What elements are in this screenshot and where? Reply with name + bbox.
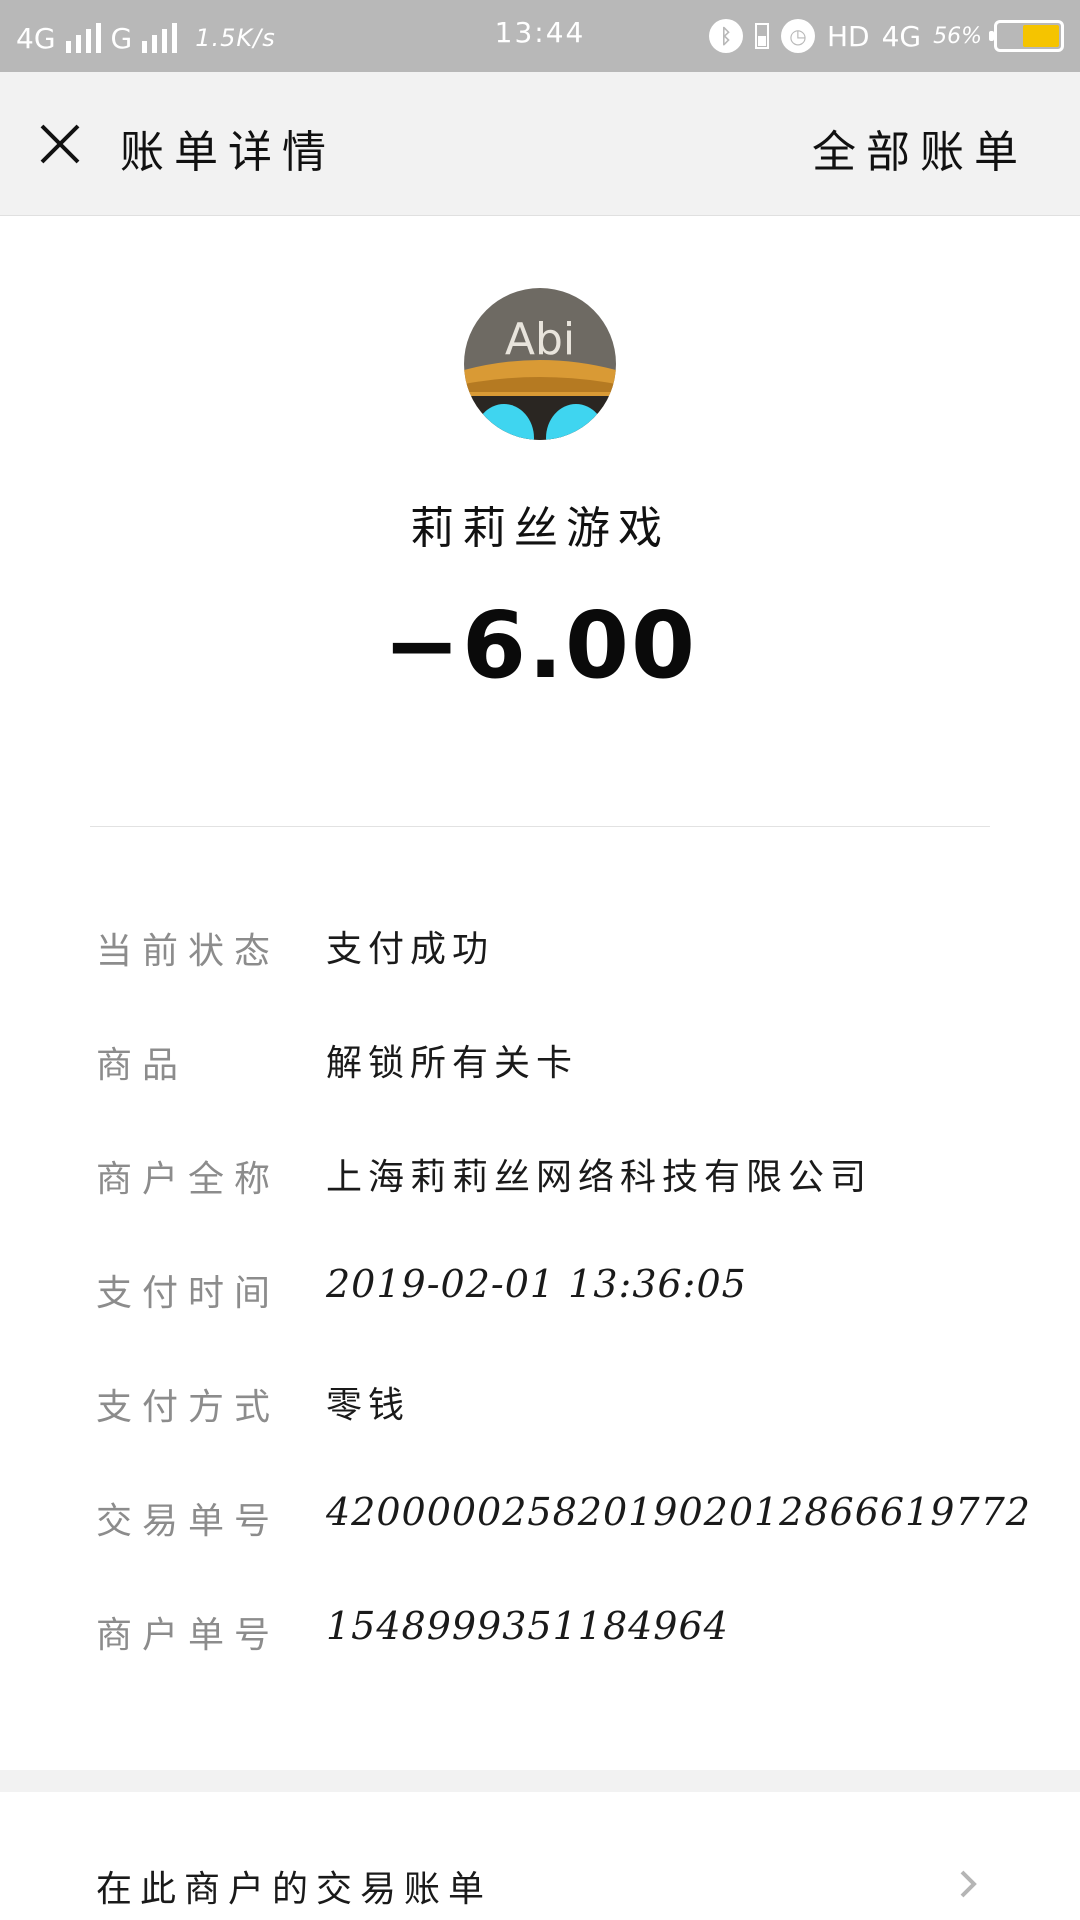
detail-row-status: 当前状态 支付成功	[0, 906, 1080, 986]
merchant-avatar: Abi	[464, 288, 616, 440]
battery-fill	[1023, 25, 1059, 47]
merchant-transactions-label: 在此商户的交易账单	[96, 1869, 493, 1910]
close-icon	[40, 124, 80, 164]
detail-label: 当前状态	[96, 931, 281, 972]
detail-label: 交易单号	[96, 1501, 281, 1542]
status-bar: 4G G 1.5K/s 13:44 ᛒ ◷ HD 4G 56%	[0, 0, 1080, 72]
detail-row-merchant-order-id: 商户单号 1548999351184964	[0, 1590, 1080, 1670]
detail-row-transaction-id: 交易单号 4200000258201902012866619772	[0, 1476, 1080, 1556]
detail-label: 商户单号	[96, 1615, 281, 1656]
merchant-logo-icon: Abi	[464, 288, 616, 440]
detail-value: 2019-02-01 13:36:05	[326, 1262, 747, 1306]
navigation-header: 账单详情 全部账单	[0, 72, 1080, 216]
detail-row-product: 商品 解锁所有关卡	[0, 1020, 1080, 1100]
all-bills-button[interactable]: 全部账单	[812, 116, 1028, 180]
payment-amount: −6.00	[382, 592, 698, 699]
detail-value: 上海莉莉丝网络科技有限公司	[326, 1157, 873, 1198]
detail-label: 支付时间	[96, 1273, 281, 1314]
detail-value: 零钱	[326, 1385, 411, 1426]
alarm-icon: ◷	[780, 19, 815, 53]
detail-value: 解锁所有关卡	[326, 1043, 579, 1084]
hd-indicator: HD	[826, 19, 870, 53]
detail-row-merchant: 商户全称 上海莉莉丝网络科技有限公司	[0, 1134, 1080, 1214]
page-title: 账单详情	[120, 127, 336, 178]
battery-icon	[989, 20, 1064, 52]
avatar-text: Abi	[505, 314, 575, 365]
detail-value: 支付成功	[326, 929, 495, 970]
merchant-name: 莉莉丝游戏	[410, 503, 670, 554]
detail-label: 商品	[96, 1045, 189, 1086]
divider	[90, 826, 990, 827]
battery-percent: 56%	[933, 23, 982, 49]
detail-label: 商户全称	[96, 1159, 281, 1200]
network-type-3: 4G	[881, 19, 922, 53]
device-battery-icon	[754, 23, 769, 49]
detail-label: 支付方式	[96, 1387, 281, 1428]
merchant-transactions-link[interactable]: 在此商户的交易账单	[0, 1822, 1080, 1920]
detail-value[interactable]: 1548999351184964	[326, 1604, 729, 1648]
detail-row-time: 支付时间 2019-02-01 13:36:05	[0, 1248, 1080, 1328]
section-separator	[0, 1770, 1080, 1792]
detail-value[interactable]: 4200000258201902012866619772	[326, 1490, 1031, 1534]
close-button[interactable]	[26, 108, 94, 180]
status-right: ᛒ ◷ HD 4G 56%	[708, 14, 1064, 58]
chevron-right-icon	[960, 1870, 977, 1898]
bluetooth-icon: ᛒ	[708, 19, 743, 53]
detail-row-method: 支付方式 零钱	[0, 1362, 1080, 1442]
